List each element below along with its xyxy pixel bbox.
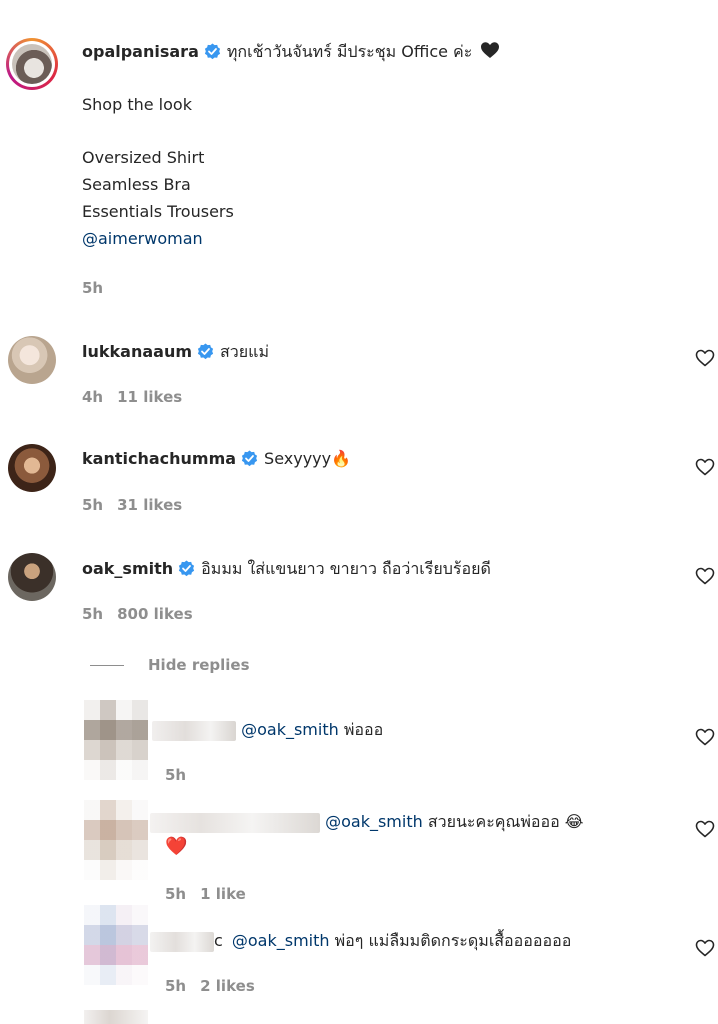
- reply-1: @oak_smith พ่อออ: [152, 718, 383, 743]
- hide-replies-button[interactable]: Hide replies: [148, 656, 250, 674]
- comment-text: อิมมม ใส่แขนยาว ขายาว ถือว่าเรียบร้อยดี: [201, 559, 491, 578]
- post-caption-first-line: opalpanisara ทุกเช้าวันจันทร์ มีประชุม Of…: [82, 40, 500, 65]
- reply-likes[interactable]: 1 like: [200, 885, 246, 903]
- oak-smith-mention-link[interactable]: @oak_smith: [241, 720, 339, 739]
- verified-badge-icon: [197, 343, 214, 360]
- like-heart-icon[interactable]: [695, 819, 715, 839]
- like-heart-icon[interactable]: [695, 348, 715, 368]
- reply-avatar-blur-overlay: [84, 700, 148, 780]
- comment-meta: 4h 11 likes: [82, 388, 182, 406]
- comment-text: Sexyyyy: [264, 449, 332, 468]
- blurred-username: [150, 931, 214, 952]
- comment-likes[interactable]: 31 likes: [117, 496, 182, 514]
- item-essentials-trousers: Essentials Trousers: [82, 202, 234, 221]
- like-heart-icon[interactable]: [695, 457, 715, 477]
- reply-text: สวยนะคะคุณพ่อออ: [427, 812, 560, 831]
- comment-likes[interactable]: 11 likes: [117, 388, 182, 406]
- like-heart-icon[interactable]: [695, 727, 715, 747]
- comment-meta: 5h 31 likes: [82, 496, 182, 514]
- reply-time[interactable]: 5h: [165, 977, 186, 995]
- reply-likes[interactable]: 2 likes: [200, 977, 255, 995]
- reply-avatar-blur-overlay: [84, 905, 148, 985]
- like-heart-icon[interactable]: [695, 566, 715, 586]
- aimerwoman-mention-link[interactable]: @aimerwoman: [82, 229, 203, 248]
- reply-meta: 5h 2 likes: [165, 977, 255, 995]
- verified-badge-icon: [241, 450, 259, 467]
- blurred-username-suffix: c: [214, 931, 223, 950]
- comment-meta: 5h 800 likes: [82, 605, 193, 623]
- blurred-username: [150, 812, 320, 833]
- comment-text: สวยแม่: [220, 342, 269, 361]
- shop-the-look-text: Shop the look: [82, 95, 192, 114]
- comment-lukkanaaum: lukkanaaum สวยแม่: [82, 340, 269, 365]
- replies-divider-line: [90, 665, 124, 666]
- comment-likes[interactable]: 800 likes: [117, 605, 193, 623]
- oak-smith-mention-link[interactable]: @oak_smith: [325, 812, 423, 831]
- post-timestamp[interactable]: 5h: [82, 279, 103, 297]
- reply-meta: 5h 1 like: [165, 885, 246, 903]
- comment-time[interactable]: 5h: [82, 496, 103, 514]
- reply-time[interactable]: 5h: [165, 885, 186, 903]
- avatar-lukkanaaum[interactable]: [8, 336, 56, 384]
- reply-time[interactable]: 5h: [165, 766, 186, 784]
- item-seamless-bra: Seamless Bra: [82, 175, 191, 194]
- oak-smith-mention-link[interactable]: @oak_smith: [232, 931, 330, 950]
- avatar-oak-smith[interactable]: [8, 553, 56, 601]
- avatar-opalpanisara[interactable]: [6, 38, 58, 90]
- comment-oak-smith: oak_smith อิมมม ใส่แขนยาว ขายาว ถือว่าเรี…: [82, 557, 491, 582]
- reply-3: c @oak_smith พ่อๆ แม่ลืมมติดกระดุมเสื้ออ…: [150, 929, 571, 954]
- red-heart-emoji-icon: ❤️: [165, 836, 188, 857]
- reply-avatar-blurred[interactable]: [84, 1010, 148, 1024]
- comment-time[interactable]: 5h: [82, 605, 103, 623]
- black-heart-icon: [480, 41, 500, 63]
- like-heart-icon[interactable]: [695, 938, 715, 958]
- reply-2: @oak_smith สวยนะคะคุณพ่อออ 😂: [150, 810, 584, 835]
- comment-username[interactable]: lukkanaaum: [82, 342, 192, 361]
- comment-username[interactable]: oak_smith: [82, 559, 173, 578]
- blurred-username: [152, 720, 236, 741]
- verified-badge-icon: [178, 560, 196, 577]
- comment-kantichachumma: kantichachumma Sexyyyy🔥: [82, 449, 351, 468]
- laughing-emoji-icon: 😂: [564, 812, 584, 831]
- reply-text: พ่อออ: [343, 720, 384, 739]
- fire-emoji-icon: 🔥: [331, 449, 352, 468]
- comment-time[interactable]: 4h: [82, 388, 103, 406]
- reply-text: พ่อๆ แม่ลืมมติดกระดุมเสื้อออออออ: [334, 931, 572, 950]
- item-oversized-shirt: Oversized Shirt: [82, 148, 205, 167]
- verified-badge-icon: [203, 43, 221, 60]
- post-username[interactable]: opalpanisara: [82, 42, 199, 61]
- comment-username[interactable]: kantichachumma: [82, 449, 236, 468]
- avatar-kantichachumma[interactable]: [8, 444, 56, 492]
- reply-avatar-blur-overlay: [84, 800, 148, 880]
- post-caption-text: ทุกเช้าวันจันทร์ มีประชุม Office ค่ะ: [226, 42, 473, 61]
